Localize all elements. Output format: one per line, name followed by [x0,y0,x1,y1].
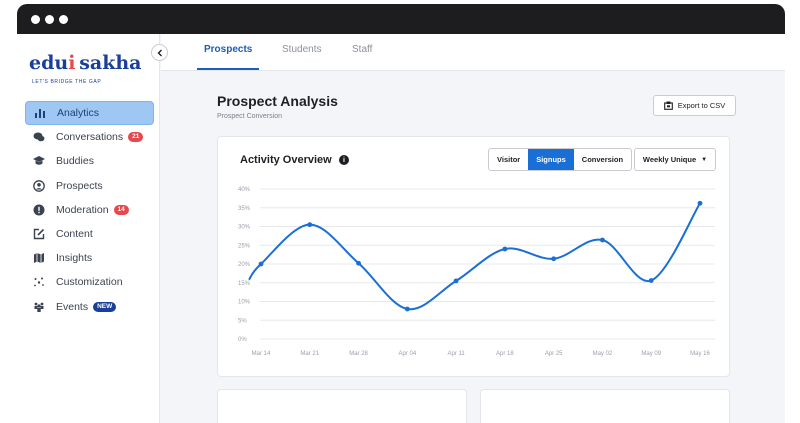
logo-tagline: LET'S BRIDGE THE GAP [32,79,102,85]
y-tick-label: 35% [238,206,251,212]
sidebar-item-content[interactable]: Content [25,222,154,246]
y-tick-label: 10% [238,300,251,306]
data-point [356,260,361,266]
tab-prospects[interactable]: Prospects [204,44,252,55]
period-dropdown-label: Weekly Unique [642,155,697,164]
page-subtitle: Prospect Conversion [217,113,282,120]
toggle-conversion[interactable]: Conversion [574,149,631,170]
logo-wordmark: edui sakha [29,52,142,74]
sidebar-item-conversations[interactable]: Conversations 21 [25,125,154,149]
export-icon [663,101,673,110]
data-point [551,256,557,262]
sidebar-item-label: Conversations [56,131,124,144]
window-minimize-dot[interactable] [45,15,54,24]
collapse-sidebar-button[interactable] [151,44,168,61]
window-titlebar [17,4,785,34]
logo: edui sakha LET'S BRIDGE THE GAP [29,52,149,92]
x-tick-label: Apr 11 [447,351,465,357]
toggle-visitor[interactable]: Visitor [489,149,528,170]
sidebar-item-buddies[interactable]: Buddies [25,149,154,173]
tab-students[interactable]: Students [282,44,321,55]
y-tick-label: 40% [238,187,251,193]
y-tick-label: 0% [238,337,247,343]
data-point [502,246,508,252]
sidebar-item-label: Buddies [56,155,94,168]
series-line [248,202,701,311]
activity-overview-title: Activity Overview [240,154,332,166]
sidebar-item-moderation[interactable]: Moderation 14 [25,198,154,222]
sidebar-item-customization[interactable]: Customization [25,270,154,294]
x-tick-label: Apr 18 [496,351,514,357]
data-point [307,222,313,228]
data-point [258,261,264,267]
bottom-right-card [480,389,730,423]
x-tick-label: Mar 21 [300,351,319,357]
y-tick-label: 20% [238,262,251,268]
data-point [453,278,459,284]
app-window: edui sakha LET'S BRIDGE THE GAP Analytics… [17,4,785,423]
sparkle-icon [33,276,45,288]
events-new-badge: NEW [93,301,117,312]
edit-square-icon [33,228,45,240]
y-tick-label: 15% [238,281,251,287]
data-point [697,200,703,206]
user-circle-icon [33,179,45,192]
x-tick-label: Mar 28 [349,351,368,357]
map-icon [33,252,45,264]
y-tick-label: 5% [238,318,247,324]
sidebar-item-label: Analytics [57,107,100,120]
x-tick-label: May 02 [593,351,613,357]
window-maximize-dot[interactable] [59,15,68,24]
export-csv-button[interactable]: Export to CSV [653,95,736,116]
x-tick-label: May 09 [641,351,661,357]
caret-down-icon: ▼ [701,156,708,163]
active-tab-indicator [197,68,259,70]
sidebar-nav: Analytics Conversations 21 Buddies Prosp… [25,101,154,319]
graduation-cap-icon [33,155,45,167]
moderation-count-badge: 14 [113,204,129,215]
y-tick-label: 30% [238,225,251,231]
bar-chart-icon [34,107,46,119]
sidebar-item-insights[interactable]: Insights [25,246,154,270]
tab-staff[interactable]: Staff [352,44,372,55]
sidebar-item-analytics[interactable]: Analytics [25,101,154,126]
bottom-left-card [217,389,467,423]
sidebar-item-label: Customization [56,276,123,289]
chat-bubbles-icon [33,131,45,143]
sidebar-item-label: Events [56,300,89,313]
metric-toggle: Visitor Signups Conversion [488,148,633,171]
activity-line-chart: 0% 5% 10% 15% 20% 25% 30% 35% 40% Mar 14 Mar 21 Mar… [238,187,715,357]
sidebar-item-prospects[interactable]: Prospects [25,174,154,198]
sidebar-item-label: Content [56,228,93,241]
data-point [404,306,410,312]
sidebar-item-events[interactable]: Events NEW [25,295,154,319]
sidebar-item-label: Prospects [56,179,103,192]
conversations-count-badge: 21 [128,132,144,143]
alert-circle-icon [33,204,45,216]
x-tick-label: May 16 [690,351,710,357]
x-tick-label: Apr 04 [398,351,416,357]
x-tick-label: Mar 14 [252,351,271,357]
y-tick-label: 25% [238,243,251,249]
window-close-dot[interactable] [31,15,40,24]
chevron-left-icon [156,44,164,62]
page-title: Prospect Analysis [217,93,338,109]
sidebar-item-label: Moderation [56,203,109,216]
x-tick-label: Apr 25 [545,351,563,357]
data-point [600,237,605,243]
period-dropdown[interactable]: Weekly Unique ▼ [634,148,716,171]
export-csv-label: Export to CSV [677,101,726,110]
people-group-icon [33,301,45,313]
data-point [648,278,654,283]
sidebar: edui sakha LET'S BRIDGE THE GAP Analytics… [17,34,160,423]
toggle-signups[interactable]: Signups [528,149,574,170]
top-tabs: Prospects Students Staff [161,34,785,71]
sidebar-item-label: Insights [56,252,93,265]
info-icon[interactable]: i [339,155,349,165]
activity-overview-card: Activity Overview i Visitor Signups Conv… [217,136,730,377]
